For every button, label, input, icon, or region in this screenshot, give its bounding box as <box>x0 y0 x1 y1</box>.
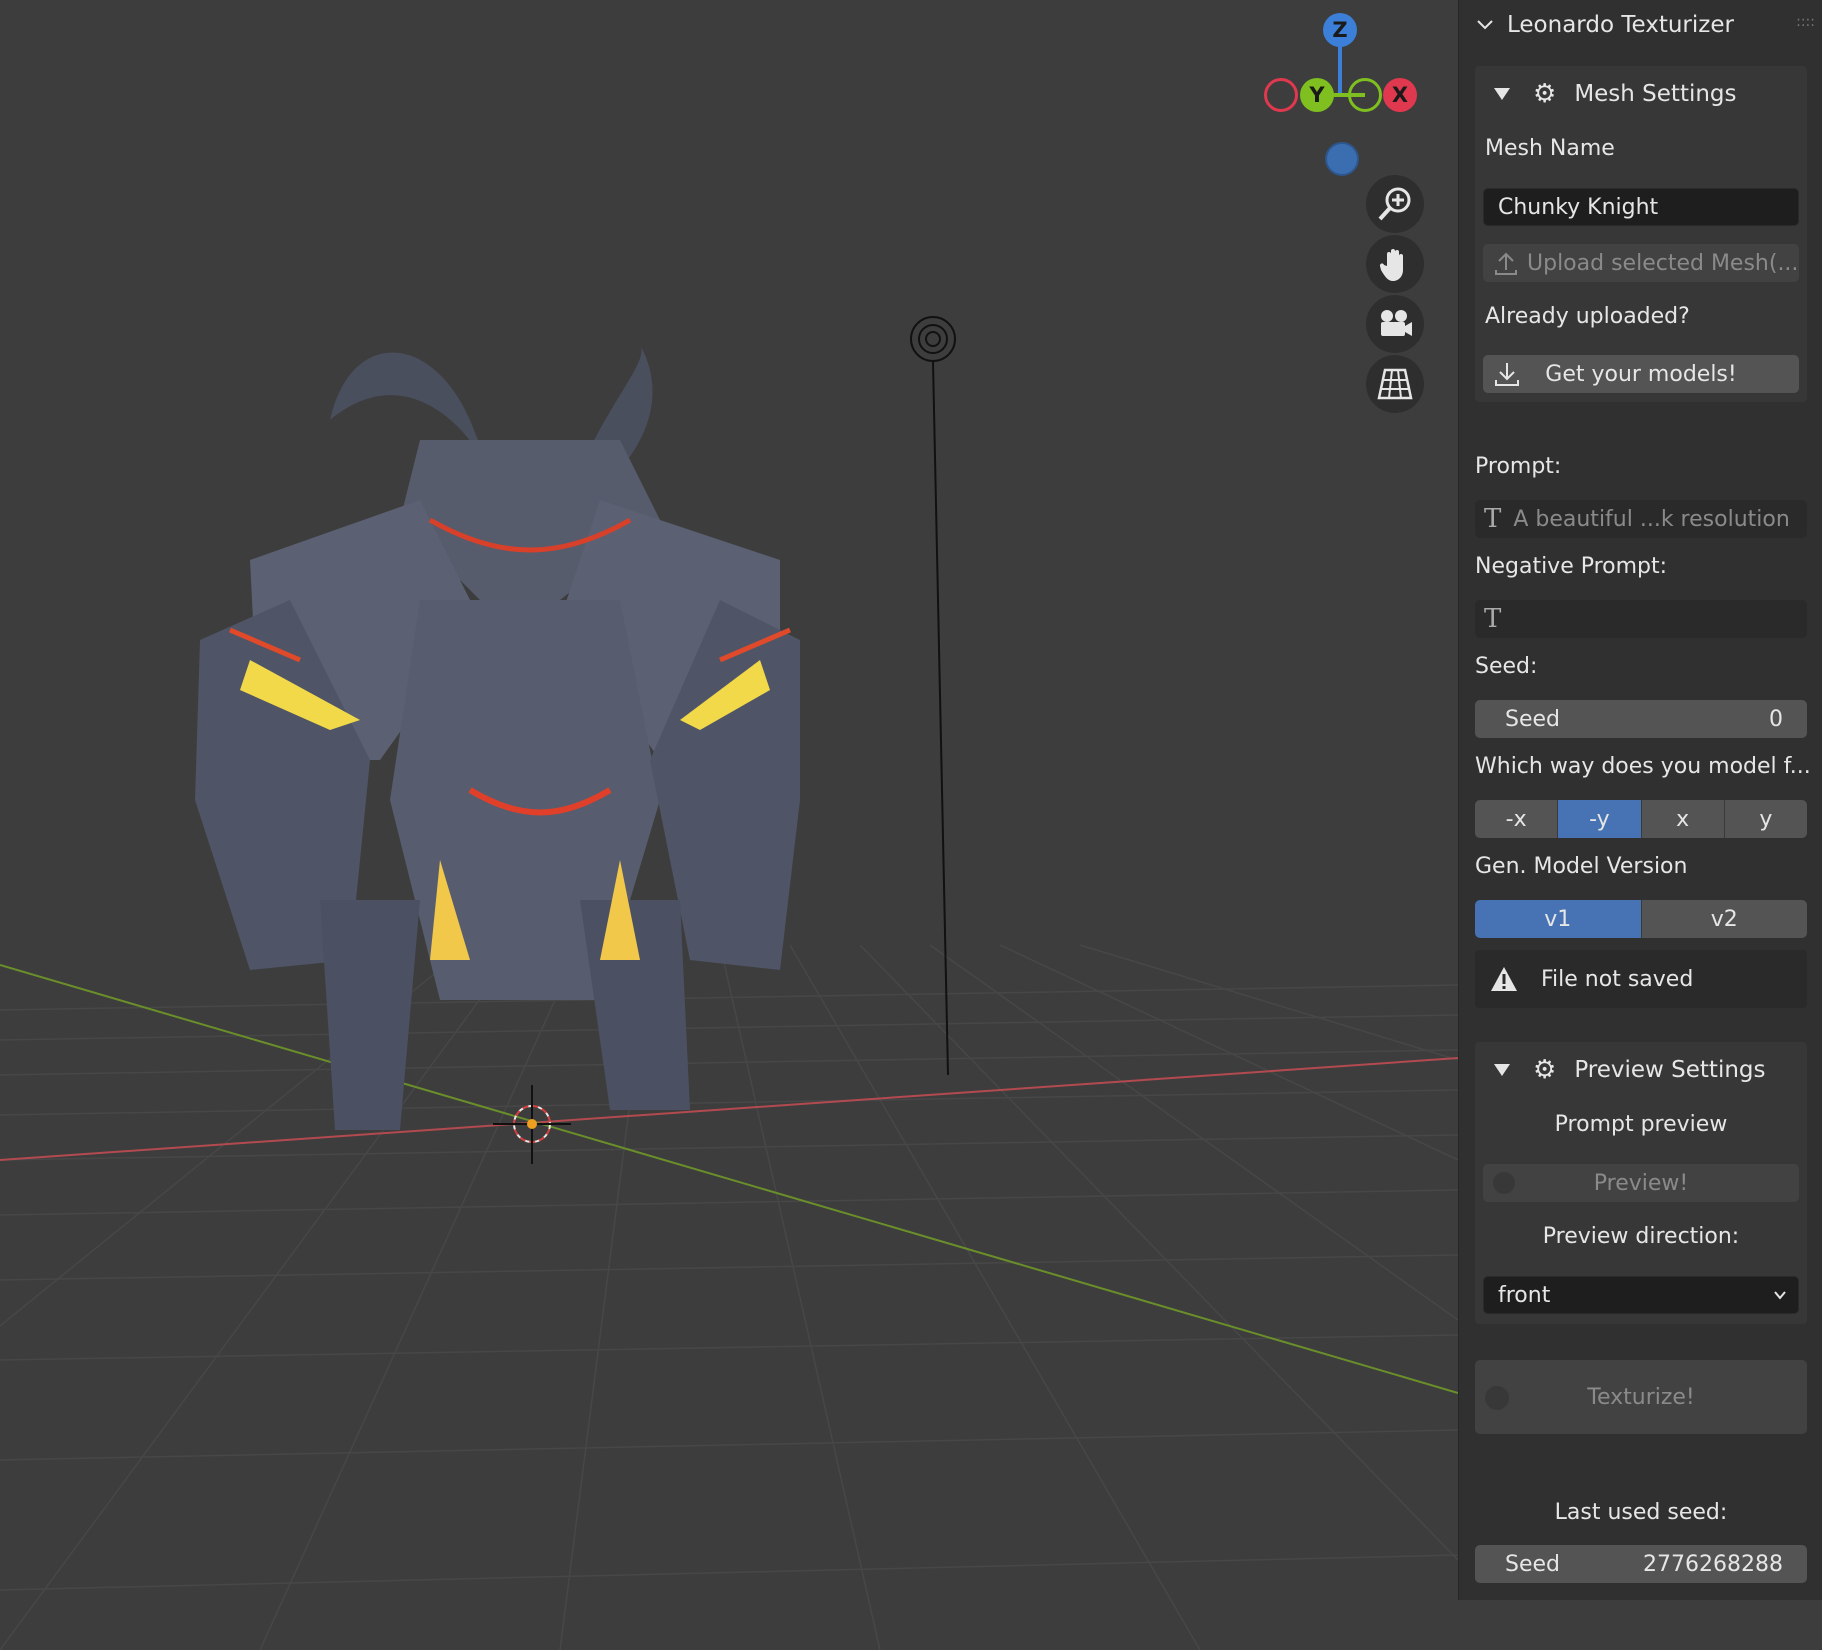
upload-mesh-label: Upload selected Mesh(... <box>1527 250 1799 276</box>
gizmo-neg-z-axis[interactable] <box>1325 142 1359 176</box>
settings-gear-icon: ⚙ <box>1533 1055 1557 1085</box>
last-seed-field-label: Seed <box>1505 1551 1560 1577</box>
preview-button[interactable]: Preview! <box>1483 1164 1799 1202</box>
get-models-label: Get your models! <box>1545 361 1737 387</box>
already-uploaded-label: Already uploaded? <box>1485 304 1690 329</box>
last-seed-field-value: 2776268288 <box>1643 1551 1783 1577</box>
prompt-input[interactable]: T A beautiful ...k resolution <box>1475 500 1807 538</box>
gizmo-y-axis[interactable]: Y <box>1300 78 1334 112</box>
get-models-button[interactable]: Get your models! <box>1483 355 1799 393</box>
gizmo-z-axis[interactable]: Z <box>1323 13 1357 47</box>
texturize-button[interactable]: Texturize! <box>1475 1360 1807 1434</box>
facing-option-neg-x[interactable]: -x <box>1475 800 1559 838</box>
triangle-down-icon <box>1494 88 1510 100</box>
mesh-settings-title: Mesh Settings <box>1574 81 1737 107</box>
text-icon: T <box>1484 504 1502 534</box>
perspective-toggle-button[interactable] <box>1366 355 1424 413</box>
preview-settings-header[interactable]: ⚙ Preview Settings <box>1475 1042 1807 1098</box>
floor-grid <box>0 944 1458 1650</box>
warning-box: File not saved <box>1475 950 1807 1008</box>
preview-status-icon <box>1493 1172 1515 1194</box>
model-version-selector[interactable]: v1 v2 <box>1475 900 1807 938</box>
viewport-canvas[interactable] <box>0 0 1458 1650</box>
3d-viewport[interactable]: Z Y X <box>0 0 1458 1650</box>
facing-option-x[interactable]: x <box>1641 800 1725 838</box>
preview-settings-title: Preview Settings <box>1574 1057 1766 1083</box>
seed-field-value: 0 <box>1769 706 1783 732</box>
last-seed-field[interactable]: Seed 2776268288 <box>1475 1545 1807 1583</box>
preview-settings-panel: ⚙ Preview Settings Prompt preview Previe… <box>1475 1042 1807 1324</box>
gizmo-neg-x-axis[interactable] <box>1264 78 1298 112</box>
y-axis-line <box>0 964 1458 1394</box>
preview-direction-value: front <box>1498 1282 1551 1308</box>
facing-direction-label: Which way does you model f... <box>1475 754 1811 779</box>
download-icon <box>1495 363 1519 386</box>
negative-prompt-input[interactable]: T <box>1475 600 1807 638</box>
seed-label: Seed: <box>1475 654 1538 679</box>
triangle-down-icon <box>1494 1064 1510 1076</box>
chevron-down-icon <box>1774 1291 1786 1300</box>
addon-sidebar: Leonardo Texturizer :::: ⚙ Mesh Settings… <box>1458 0 1822 1600</box>
mesh-settings-panel: ⚙ Mesh Settings Mesh Name Chunky Knight … <box>1475 66 1807 402</box>
camera-view-button[interactable] <box>1366 295 1424 353</box>
prompt-preview-label: Prompt preview <box>1554 1112 1728 1137</box>
knight-model <box>195 345 800 1130</box>
upload-mesh-button[interactable]: Upload selected Mesh(... <box>1483 244 1799 282</box>
x-axis-line <box>0 1057 1458 1161</box>
upload-icon <box>1495 252 1517 275</box>
panel-header[interactable]: Leonardo Texturizer :::: <box>1459 0 1822 50</box>
zoom-icon <box>1378 187 1411 221</box>
3d-cursor <box>493 1085 571 1164</box>
seed-field[interactable]: Seed 0 <box>1475 700 1807 738</box>
chevron-down-icon <box>1477 20 1493 30</box>
texturize-status-icon <box>1485 1386 1509 1410</box>
mesh-name-value: Chunky Knight <box>1498 194 1659 220</box>
texturize-button-label: Texturize! <box>1587 1384 1695 1410</box>
facing-option-y[interactable]: y <box>1724 800 1807 838</box>
text-icon: T <box>1484 604 1502 634</box>
preview-direction-dropdown[interactable]: front <box>1483 1276 1799 1314</box>
model-version-label: Gen. Model Version <box>1475 854 1688 879</box>
facing-option-neg-y[interactable]: -y <box>1558 800 1642 838</box>
model-version-v2[interactable]: v2 <box>1641 900 1807 938</box>
camera-icon <box>1381 310 1412 336</box>
preview-button-label: Preview! <box>1593 1170 1689 1196</box>
prompt-value: A beautiful ...k resolution <box>1513 506 1790 532</box>
prompt-label: Prompt: <box>1475 454 1562 479</box>
hand-icon <box>1379 249 1403 281</box>
warning-text: File not saved <box>1541 966 1694 992</box>
mesh-name-label: Mesh Name <box>1485 136 1615 161</box>
gizmo-x-axis[interactable]: X <box>1383 78 1417 112</box>
negative-prompt-label: Negative Prompt: <box>1475 554 1668 579</box>
zoom-button[interactable] <box>1366 175 1424 233</box>
last-seed-label: Last used seed: <box>1554 1500 1728 1525</box>
grid-perspective-icon <box>1377 368 1413 400</box>
pan-button[interactable] <box>1366 235 1424 293</box>
preview-direction-label: Preview direction: <box>1542 1224 1740 1249</box>
facing-direction-selector[interactable]: -x -y x y <box>1475 800 1807 838</box>
model-version-v1[interactable]: v1 <box>1475 900 1642 938</box>
gizmo-neg-y-axis[interactable] <box>1348 78 1382 112</box>
panel-title: Leonardo Texturizer <box>1507 12 1734 38</box>
mesh-name-input[interactable]: Chunky Knight <box>1483 188 1799 226</box>
drag-handle-icon[interactable]: :::: <box>1796 14 1815 30</box>
warning-icon <box>1491 967 1517 991</box>
light-object <box>910 316 956 1076</box>
settings-gear-icon: ⚙ <box>1533 79 1557 109</box>
mesh-settings-header[interactable]: ⚙ Mesh Settings <box>1475 66 1807 122</box>
seed-field-label: Seed <box>1505 706 1560 732</box>
